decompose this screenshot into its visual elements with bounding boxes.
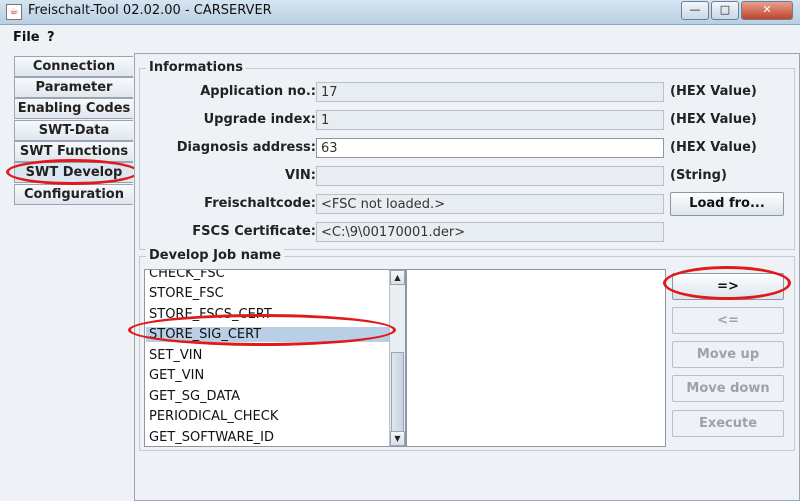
tab-swt-functions[interactable]: SWT Functions (14, 141, 133, 162)
fscs-certificate-label: FSCS Certificate: (192, 224, 316, 239)
tab-swt-develop[interactable]: SWT Develop (14, 162, 133, 183)
list-item[interactable]: GET_SOFTWARE_ID (149, 430, 274, 445)
informations-group: Informations Application no.: 17 (HEX Va… (139, 60, 795, 250)
vin-label: VIN: (285, 168, 316, 183)
diagnosis-address-suffix: (HEX Value) (670, 140, 757, 155)
add-job-button[interactable]: => (672, 273, 784, 300)
upgrade-index-field: 1 (316, 110, 664, 130)
tab-configuration[interactable]: Configuration (14, 184, 133, 205)
selected-jobs-list[interactable] (406, 269, 666, 447)
freischaltcode-label: Freischaltcode: (204, 196, 316, 211)
freischaltcode-field: <FSC not loaded.> (316, 194, 664, 214)
fscs-certificate-field: <C:\9\00170001.der> (316, 222, 664, 242)
list-item-selected[interactable]: STORE_SIG_CERT (146, 327, 389, 342)
tab-list: Connection Parameter Enabling Codes SWT-… (0, 50, 139, 501)
informations-title: Informations (146, 60, 247, 75)
move-down-button[interactable]: Move down (672, 375, 784, 402)
application-no-field: 17 (316, 82, 664, 102)
application-no-suffix: (HEX Value) (670, 84, 757, 99)
java-icon: ☕ (6, 4, 22, 20)
vin-suffix: (String) (670, 168, 727, 183)
app-window: ☕ Freischalt-Tool 02.02.00 - CARSERVER —… (0, 0, 800, 501)
maximize-button[interactable]: □ (711, 1, 739, 20)
list-item[interactable]: GET_VIN (149, 368, 204, 383)
menu-bar: File ? (0, 25, 800, 49)
scroll-thumb[interactable] (391, 352, 404, 436)
tab-connection[interactable]: Connection (14, 56, 133, 77)
develop-job-group: Develop Job name CHECK_FSC STORE_FSC STO… (139, 248, 795, 451)
job-list[interactable]: CHECK_FSC STORE_FSC STORE_FSCS_CERT STOR… (144, 269, 406, 447)
close-button[interactable]: ✕ (741, 1, 793, 20)
swt-develop-panel: Informations Application no.: 17 (HEX Va… (134, 53, 800, 501)
application-no-label: Application no.: (200, 84, 316, 99)
title-bar: ☕ Freischalt-Tool 02.02.00 - CARSERVER —… (0, 0, 800, 25)
execute-button[interactable]: Execute (672, 410, 784, 437)
remove-job-button[interactable]: <= (672, 307, 784, 334)
list-item[interactable]: STORE_FSCS_CERT (149, 307, 272, 322)
tab-enabling-codes[interactable]: Enabling Codes (14, 98, 133, 119)
minimize-button[interactable]: — (681, 1, 709, 20)
diagnosis-address-input[interactable]: 63 (316, 138, 664, 158)
upgrade-index-label: Upgrade index: (203, 112, 316, 127)
window-title: Freischalt-Tool 02.02.00 - CARSERVER (28, 3, 272, 18)
tab-swt-data[interactable]: SWT-Data (14, 120, 133, 141)
list-item[interactable]: CHECK_FSC (149, 270, 225, 281)
list-item[interactable]: PERIODICAL_CHECK (149, 409, 278, 424)
upgrade-index-suffix: (HEX Value) (670, 112, 757, 127)
job-list-scrollbar[interactable]: ▲ ▼ (389, 270, 405, 446)
move-up-button[interactable]: Move up (672, 341, 784, 368)
menu-file[interactable]: File (13, 30, 40, 45)
menu-help[interactable]: ? (47, 30, 55, 45)
scroll-up-icon[interactable]: ▲ (390, 270, 405, 285)
scroll-down-icon[interactable]: ▼ (390, 431, 405, 446)
list-item[interactable]: GET_SG_DATA (149, 389, 240, 404)
load-from-button[interactable]: Load fro... (670, 192, 784, 216)
vin-field (316, 166, 664, 186)
diagnosis-address-label: Diagnosis address: (176, 140, 316, 155)
develop-job-title: Develop Job name (146, 248, 285, 263)
list-item[interactable]: STORE_FSC (149, 286, 224, 301)
tab-parameter[interactable]: Parameter (14, 77, 133, 98)
list-item[interactable]: SET_VIN (149, 348, 202, 363)
